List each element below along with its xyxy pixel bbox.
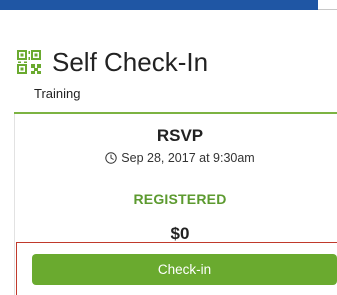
event-price: $0 (170, 224, 190, 243)
registration-status: REGISTERED (133, 191, 227, 207)
top-nav-bar (0, 0, 318, 10)
event-datetime-text: Sep 28, 2017 at 9:30am (121, 151, 255, 165)
clock-icon (105, 152, 117, 164)
qr-code-icon (16, 49, 42, 75)
event-datetime: Sep 28, 2017 at 9:30am (0, 151, 337, 165)
page-subtitle: Training (34, 86, 81, 101)
page: Self Check-In Training RSVP Sep 28, 2017… (0, 0, 337, 295)
top-nav-bar-edge (318, 0, 337, 10)
page-title: Self Check-In (52, 47, 209, 77)
page-header: Self Check-In (16, 42, 208, 82)
rsvp-title: RSVP (156, 126, 204, 145)
checkin-button[interactable]: Check-in (32, 254, 337, 285)
